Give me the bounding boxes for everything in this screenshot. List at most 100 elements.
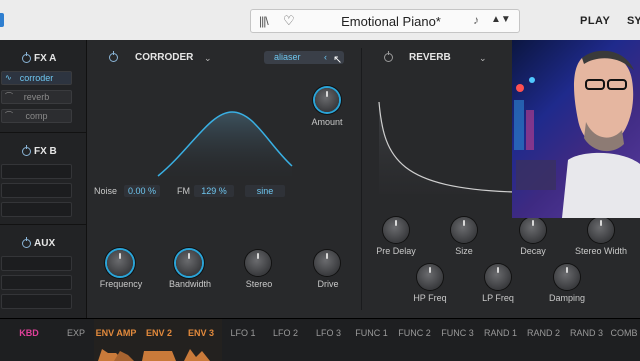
amount-knob[interactable] [315,88,339,112]
aux-slot-1[interactable] [1,256,72,271]
aux-power-icon[interactable] [22,237,31,248]
drive-label: Drive [317,279,339,289]
tab-comb[interactable]: COMB [608,319,640,361]
envelope-shape-icon [142,351,176,361]
fx-b-slot-1[interactable] [1,164,72,179]
slot-label: comp [25,111,48,121]
tab-func-1[interactable]: FUNC 1 [350,319,394,361]
mouse-cursor-icon: ↖ [333,54,343,66]
heart-icon[interactable]: ♡ [283,13,295,29]
pre-delay-label: Pre Delay [376,246,416,256]
tab-lfo-2[interactable]: LFO 2 [264,319,308,361]
tab-label: COMB [610,328,638,338]
tab-label: LFO 3 [315,328,341,338]
tab-label: ENV 2 [145,328,172,338]
bandwidth-label: Bandwidth [168,279,212,289]
amount-label: Amount [311,117,343,127]
tab-label: RAND 2 [526,328,560,338]
pre-delay-knob[interactable] [383,217,409,243]
hp-freq-knob[interactable] [417,264,443,290]
tab-func-3[interactable]: FUNC 3 [436,319,480,361]
modulation-bar: KBD EXP ENV AMP ENV 2 ENV 3 LFO 1 LFO 2 … [0,318,640,361]
fx-a-slot-corroder[interactable]: ∿ corroder [1,71,72,85]
wave-select[interactable]: sine [245,185,285,197]
fx-a-title: FX A [34,53,57,64]
tab-func-2[interactable]: FUNC 2 [393,319,437,361]
aux-slot-2[interactable] [1,275,72,290]
decay-knob[interactable] [520,217,546,243]
tab-rand-1[interactable]: RAND 1 [479,319,523,361]
chevron-down-icon[interactable]: ⌄ [479,53,487,64]
waveform-icon: ∿ [5,73,12,82]
fx-b-power-icon[interactable] [22,145,31,156]
tab-label: FUNC 1 [355,328,388,338]
fx-b-slot-3[interactable] [1,202,72,217]
webcam-overlay [512,40,640,218]
preset-nav-arrows[interactable]: ▲▼ [491,14,511,25]
fx-b-slot-2[interactable] [1,183,72,198]
drive-knob[interactable] [314,250,340,276]
tab-label: EXP [66,328,85,338]
top-bar: |||\ ♡ Emotional Piano* ♪ ▲▼ PLAY SY [0,0,640,40]
fx-a-slot-comp[interactable]: ⌒ comp [1,109,72,123]
reverb-power-icon[interactable] [384,51,393,62]
lp-freq-knob[interactable] [485,264,511,290]
bandwidth-knob[interactable] [176,250,202,276]
app-logo-icon [0,13,4,27]
aux-slot-3[interactable] [1,294,72,309]
tab-label: RAND 3 [569,328,603,338]
tab-env-3[interactable]: ENV 3 [180,319,223,361]
hp-freq-label: HP Freq [413,293,447,303]
reverb-title: REVERB [409,52,451,63]
tab-rand-2[interactable]: RAND 2 [522,319,566,361]
fm-value-field[interactable]: 129 % [194,185,234,197]
corroder-title: CORRODER [135,52,194,63]
divider [0,224,86,225]
size-knob[interactable] [451,217,477,243]
presenter-video-image [514,50,640,218]
damping-label: Damping [548,293,586,303]
tab-label: ENV AMP [95,328,137,338]
tab-kbd[interactable]: KBD [0,319,59,361]
noise-label: Noise [94,186,118,196]
stereo-width-label: Stereo Width [574,246,628,256]
decay-label: Decay [520,246,546,256]
corroder-power-icon[interactable] [109,51,118,62]
frequency-knob[interactable] [107,250,133,276]
tab-lfo-3[interactable]: LFO 3 [307,319,351,361]
tab-label: FUNC 2 [398,328,431,338]
preset-browser[interactable]: |||\ ♡ Emotional Piano* ♪ ▲▼ [250,9,520,33]
mode-prev-icon[interactable]: ‹ [324,51,327,64]
tab-label: KBD [19,328,39,338]
tab-rand-3[interactable]: RAND 3 [565,319,609,361]
lp-freq-label: LP Freq [482,293,514,303]
section-divider [361,48,362,310]
synth-tab[interactable]: SY [627,15,640,27]
corroder-mode-select[interactable]: aliaser ‹ [264,51,344,64]
fx-a-slot-reverb[interactable]: ⌒ reverb [1,90,72,104]
fm-label: FM [177,186,190,196]
tab-label: LFO 2 [272,328,298,338]
chevron-down-icon[interactable]: ⌄ [204,53,212,64]
tab-exp[interactable]: EXP [58,319,95,361]
randomize-icon[interactable]: ♪ [473,13,479,27]
damping-knob[interactable] [554,264,580,290]
frequency-label: Frequency [99,279,143,289]
tab-label: LFO 1 [230,328,256,338]
noise-value-field[interactable]: 0.00 % [124,185,160,197]
fx-a-power-icon[interactable] [22,52,31,63]
mode-label: aliaser [274,52,301,62]
divider [0,132,86,133]
stereo-label: Stereo [245,279,273,289]
tab-env-2[interactable]: ENV 2 [138,319,181,361]
stereo-width-knob[interactable] [588,217,614,243]
tab-env-amp[interactable]: ENV AMP [94,319,139,361]
library-icon[interactable]: |||\ [259,14,269,28]
stereo-knob[interactable] [245,250,271,276]
tab-lfo-1[interactable]: LFO 1 [222,319,265,361]
tab-label: FUNC 3 [441,328,474,338]
envelope-shape-icon [184,349,210,361]
play-tab[interactable]: PLAY [580,15,610,27]
reverb-decay-graph [378,101,514,194]
preset-name[interactable]: Emotional Piano* [321,14,461,29]
